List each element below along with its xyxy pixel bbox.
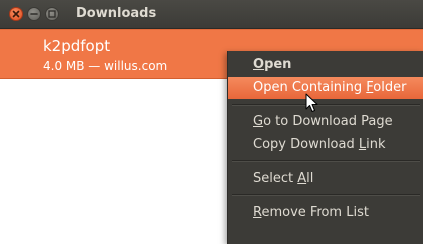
minimize-icon <box>30 13 38 15</box>
menu-item-copy-download-link[interactable]: Copy Download Link <box>228 134 423 156</box>
menu-item-label: Remove From List <box>253 205 369 220</box>
menu-item-label: Open <box>253 57 292 72</box>
menu-separator <box>232 160 420 162</box>
menu-item-select-all[interactable]: Select All <box>228 168 423 190</box>
mouse-pointer-icon <box>305 93 318 112</box>
titlebar[interactable]: Downloads <box>0 0 423 29</box>
menu-item-label: Go to Download Page <box>253 114 393 129</box>
close-button[interactable] <box>9 7 23 21</box>
menu-item-go-to-download-page[interactable]: Go to Download Page <box>228 111 423 133</box>
menu-item-label: Open Containing Folder <box>253 80 407 95</box>
close-icon <box>12 10 20 18</box>
downloads-window: Downloads k2pdfopt 4.0 MB — willus.com O… <box>0 0 423 244</box>
menu-separator <box>232 194 420 196</box>
menu-item-remove-from-list[interactable]: Remove From List <box>228 202 423 224</box>
context-menu: Open Open Containing Folder Go to Downlo… <box>227 51 423 244</box>
download-filename: k2pdfopt <box>43 37 111 55</box>
menu-separator <box>232 104 420 106</box>
minimize-button[interactable] <box>27 7 41 21</box>
menu-item-open[interactable]: Open <box>228 54 423 76</box>
maximize-icon <box>48 10 56 18</box>
menu-item-label: Select All <box>253 171 314 186</box>
menu-item-label: Copy Download Link <box>253 137 386 152</box>
maximize-button[interactable] <box>45 7 59 21</box>
window-title: Downloads <box>76 6 157 21</box>
download-meta: 4.0 MB — willus.com <box>43 59 168 73</box>
menu-item-open-containing-folder[interactable]: Open Containing Folder <box>228 77 423 99</box>
